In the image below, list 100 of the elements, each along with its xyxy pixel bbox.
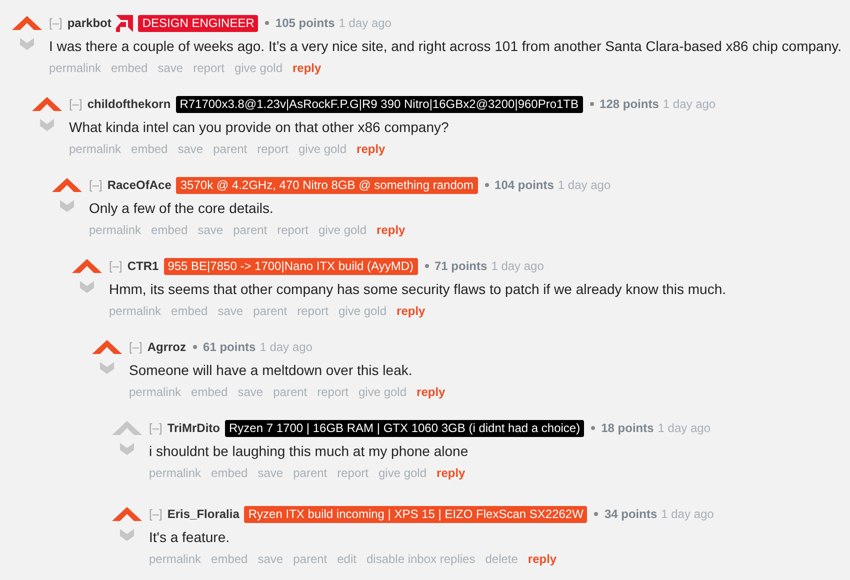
action-link[interactable]: give gold	[298, 140, 347, 158]
upvote-icon[interactable]	[112, 507, 142, 521]
action-link[interactable]: save	[238, 383, 264, 401]
timestamp: 1 day ago	[338, 15, 392, 32]
upvote-icon[interactable]	[92, 340, 122, 354]
action-link[interactable]: permalink	[129, 383, 182, 401]
score-text: 71 points	[434, 258, 488, 275]
action-link[interactable]: give gold	[338, 302, 387, 320]
action-link[interactable]: permalink	[149, 464, 202, 482]
collapse-toggle[interactable]: [–]	[149, 419, 162, 437]
downvote-icon[interactable]	[40, 119, 54, 131]
action-link[interactable]: report	[297, 302, 328, 320]
action-link[interactable]: embed	[211, 550, 248, 568]
timestamp: 1 day ago	[658, 420, 711, 437]
comment-text: I was there a couple of weeks ago. It’s a very nice site, and right across 101 from another Santa Clara-based x86 chip company.	[49, 37, 842, 56]
downvote-icon[interactable]	[120, 529, 134, 541]
timestamp: 1 day ago	[558, 177, 611, 194]
upvote-icon[interactable]	[112, 421, 142, 435]
reply-link[interactable]: reply	[396, 302, 426, 320]
user-flair: Ryzen ITX build incoming | XPS 15 | EIZO FlexScan SX2262W	[244, 506, 588, 522]
action-link[interactable]: save	[258, 550, 284, 568]
upvote-icon[interactable]	[72, 259, 102, 273]
downvote-icon[interactable]	[60, 200, 74, 212]
action-link[interactable]: save	[258, 464, 284, 482]
timestamp: 1 day ago	[260, 339, 312, 356]
action-link[interactable]: permalink	[149, 550, 202, 568]
author-link[interactable]: Agrroz	[147, 338, 186, 356]
action-link[interactable]: permalink	[69, 140, 122, 158]
action-link[interactable]: embed	[131, 140, 168, 158]
action-link[interactable]: report	[337, 464, 368, 482]
reply-link[interactable]: reply	[356, 140, 386, 158]
action-link[interactable]: give gold	[318, 221, 367, 239]
action-link[interactable]: parent	[233, 221, 268, 239]
user-flair: 955 BE|7850 -> 1700|Nano ITX build (AyyMD)	[164, 258, 418, 274]
author-link[interactable]: CTR1	[127, 257, 159, 275]
action-link[interactable]: save	[178, 140, 204, 158]
action-link[interactable]: parent	[273, 383, 308, 401]
reply-link[interactable]: reply	[292, 59, 322, 77]
timestamp: 1 day ago	[661, 506, 714, 523]
action-link[interactable]: give gold	[358, 383, 407, 401]
action-link[interactable]: give gold	[234, 59, 282, 77]
reply-link[interactable]: reply	[416, 383, 446, 401]
action-link[interactable]: report	[317, 383, 348, 401]
comment-text: Someone will have a meltdown over this leak.	[129, 361, 414, 380]
upvote-icon[interactable]	[52, 178, 82, 192]
action-link[interactable]: save	[158, 59, 184, 77]
reply-link[interactable]: reply	[376, 221, 406, 239]
action-link[interactable]: permalink	[49, 59, 102, 77]
comment-text: i shouldnt be laughing this much at my phone alone	[149, 442, 470, 461]
collapse-toggle[interactable]: [–]	[69, 95, 82, 113]
collapse-toggle[interactable]: [–]	[89, 176, 102, 194]
action-link[interactable]: report	[277, 221, 308, 239]
collapse-toggle[interactable]: [–]	[109, 257, 122, 275]
action-link[interactable]: disable inbox replies	[366, 550, 476, 568]
action-link[interactable]: permalink	[109, 302, 162, 320]
action-link[interactable]: parent	[293, 464, 328, 482]
user-flair: Ryzen 7 1700 | 16GB RAM | GTX 1060 3GB (i didnt had a choice)	[225, 420, 584, 436]
author-link[interactable]: RaceOfAce	[107, 176, 172, 194]
author-link[interactable]: TriMrDito	[167, 419, 220, 437]
user-flair: 3570k @ 4.2GHz, 470 Nitro 8GB @ something random	[176, 176, 478, 194]
downvote-icon[interactable]	[20, 38, 34, 50]
user-flair: DESIGN ENGINEER	[138, 14, 258, 32]
comment-text: Hmm, its seems that other company has some security flaws to patch if we already know this much.	[109, 280, 728, 299]
action-link[interactable]: give gold	[378, 464, 427, 482]
action-link[interactable]: embed	[111, 59, 148, 77]
action-link[interactable]: save	[198, 221, 224, 239]
comment-text: Only a few of the core details.	[89, 199, 274, 218]
action-link[interactable]: permalink	[89, 221, 142, 239]
downvote-icon[interactable]	[100, 362, 114, 374]
comment-text: What kinda intel can you provide on that other x86 company?	[69, 118, 450, 137]
upvote-icon[interactable]	[32, 97, 62, 111]
reply-link[interactable]: reply	[436, 464, 466, 482]
action-link[interactable]: parent	[293, 550, 328, 568]
downvote-icon[interactable]	[120, 443, 134, 455]
action-link[interactable]: embed	[151, 221, 188, 239]
author-link[interactable]: childofthekorn	[87, 95, 171, 113]
action-link[interactable]: embed	[211, 464, 248, 482]
author-link[interactable]: Eris_Floralia	[167, 505, 240, 523]
action-link[interactable]: report	[257, 140, 288, 158]
downvote-icon[interactable]	[80, 281, 94, 293]
action-link[interactable]: parent	[253, 302, 288, 320]
score-text: 34 points	[604, 506, 658, 523]
action-link[interactable]: save	[218, 302, 244, 320]
collapse-toggle[interactable]: [–]	[129, 338, 142, 356]
action-link[interactable]: report	[193, 59, 224, 77]
reply-link[interactable]: reply	[528, 550, 557, 568]
action-link[interactable]: edit	[337, 550, 356, 568]
collapse-toggle[interactable]: [–]	[149, 505, 162, 523]
action-link[interactable]: embed	[171, 302, 208, 320]
action-link[interactable]: parent	[213, 140, 248, 158]
action-link[interactable]: embed	[191, 383, 228, 401]
score-text: 104 points	[494, 177, 554, 194]
score-text: 61 points	[203, 339, 256, 356]
collapse-toggle[interactable]: [–]	[49, 14, 62, 32]
score-text: 128 points	[600, 96, 659, 113]
author-link[interactable]: parkbot	[67, 14, 112, 32]
action-link[interactable]: delete	[485, 550, 518, 568]
timestamp: 1 day ago	[491, 258, 544, 275]
user-flair: R71700x3.8@1.23v|AsRockF.P.G|R9 390 Nitro|16GBx2@3200|960Pro1TB	[176, 96, 583, 112]
upvote-icon[interactable]	[12, 16, 42, 30]
